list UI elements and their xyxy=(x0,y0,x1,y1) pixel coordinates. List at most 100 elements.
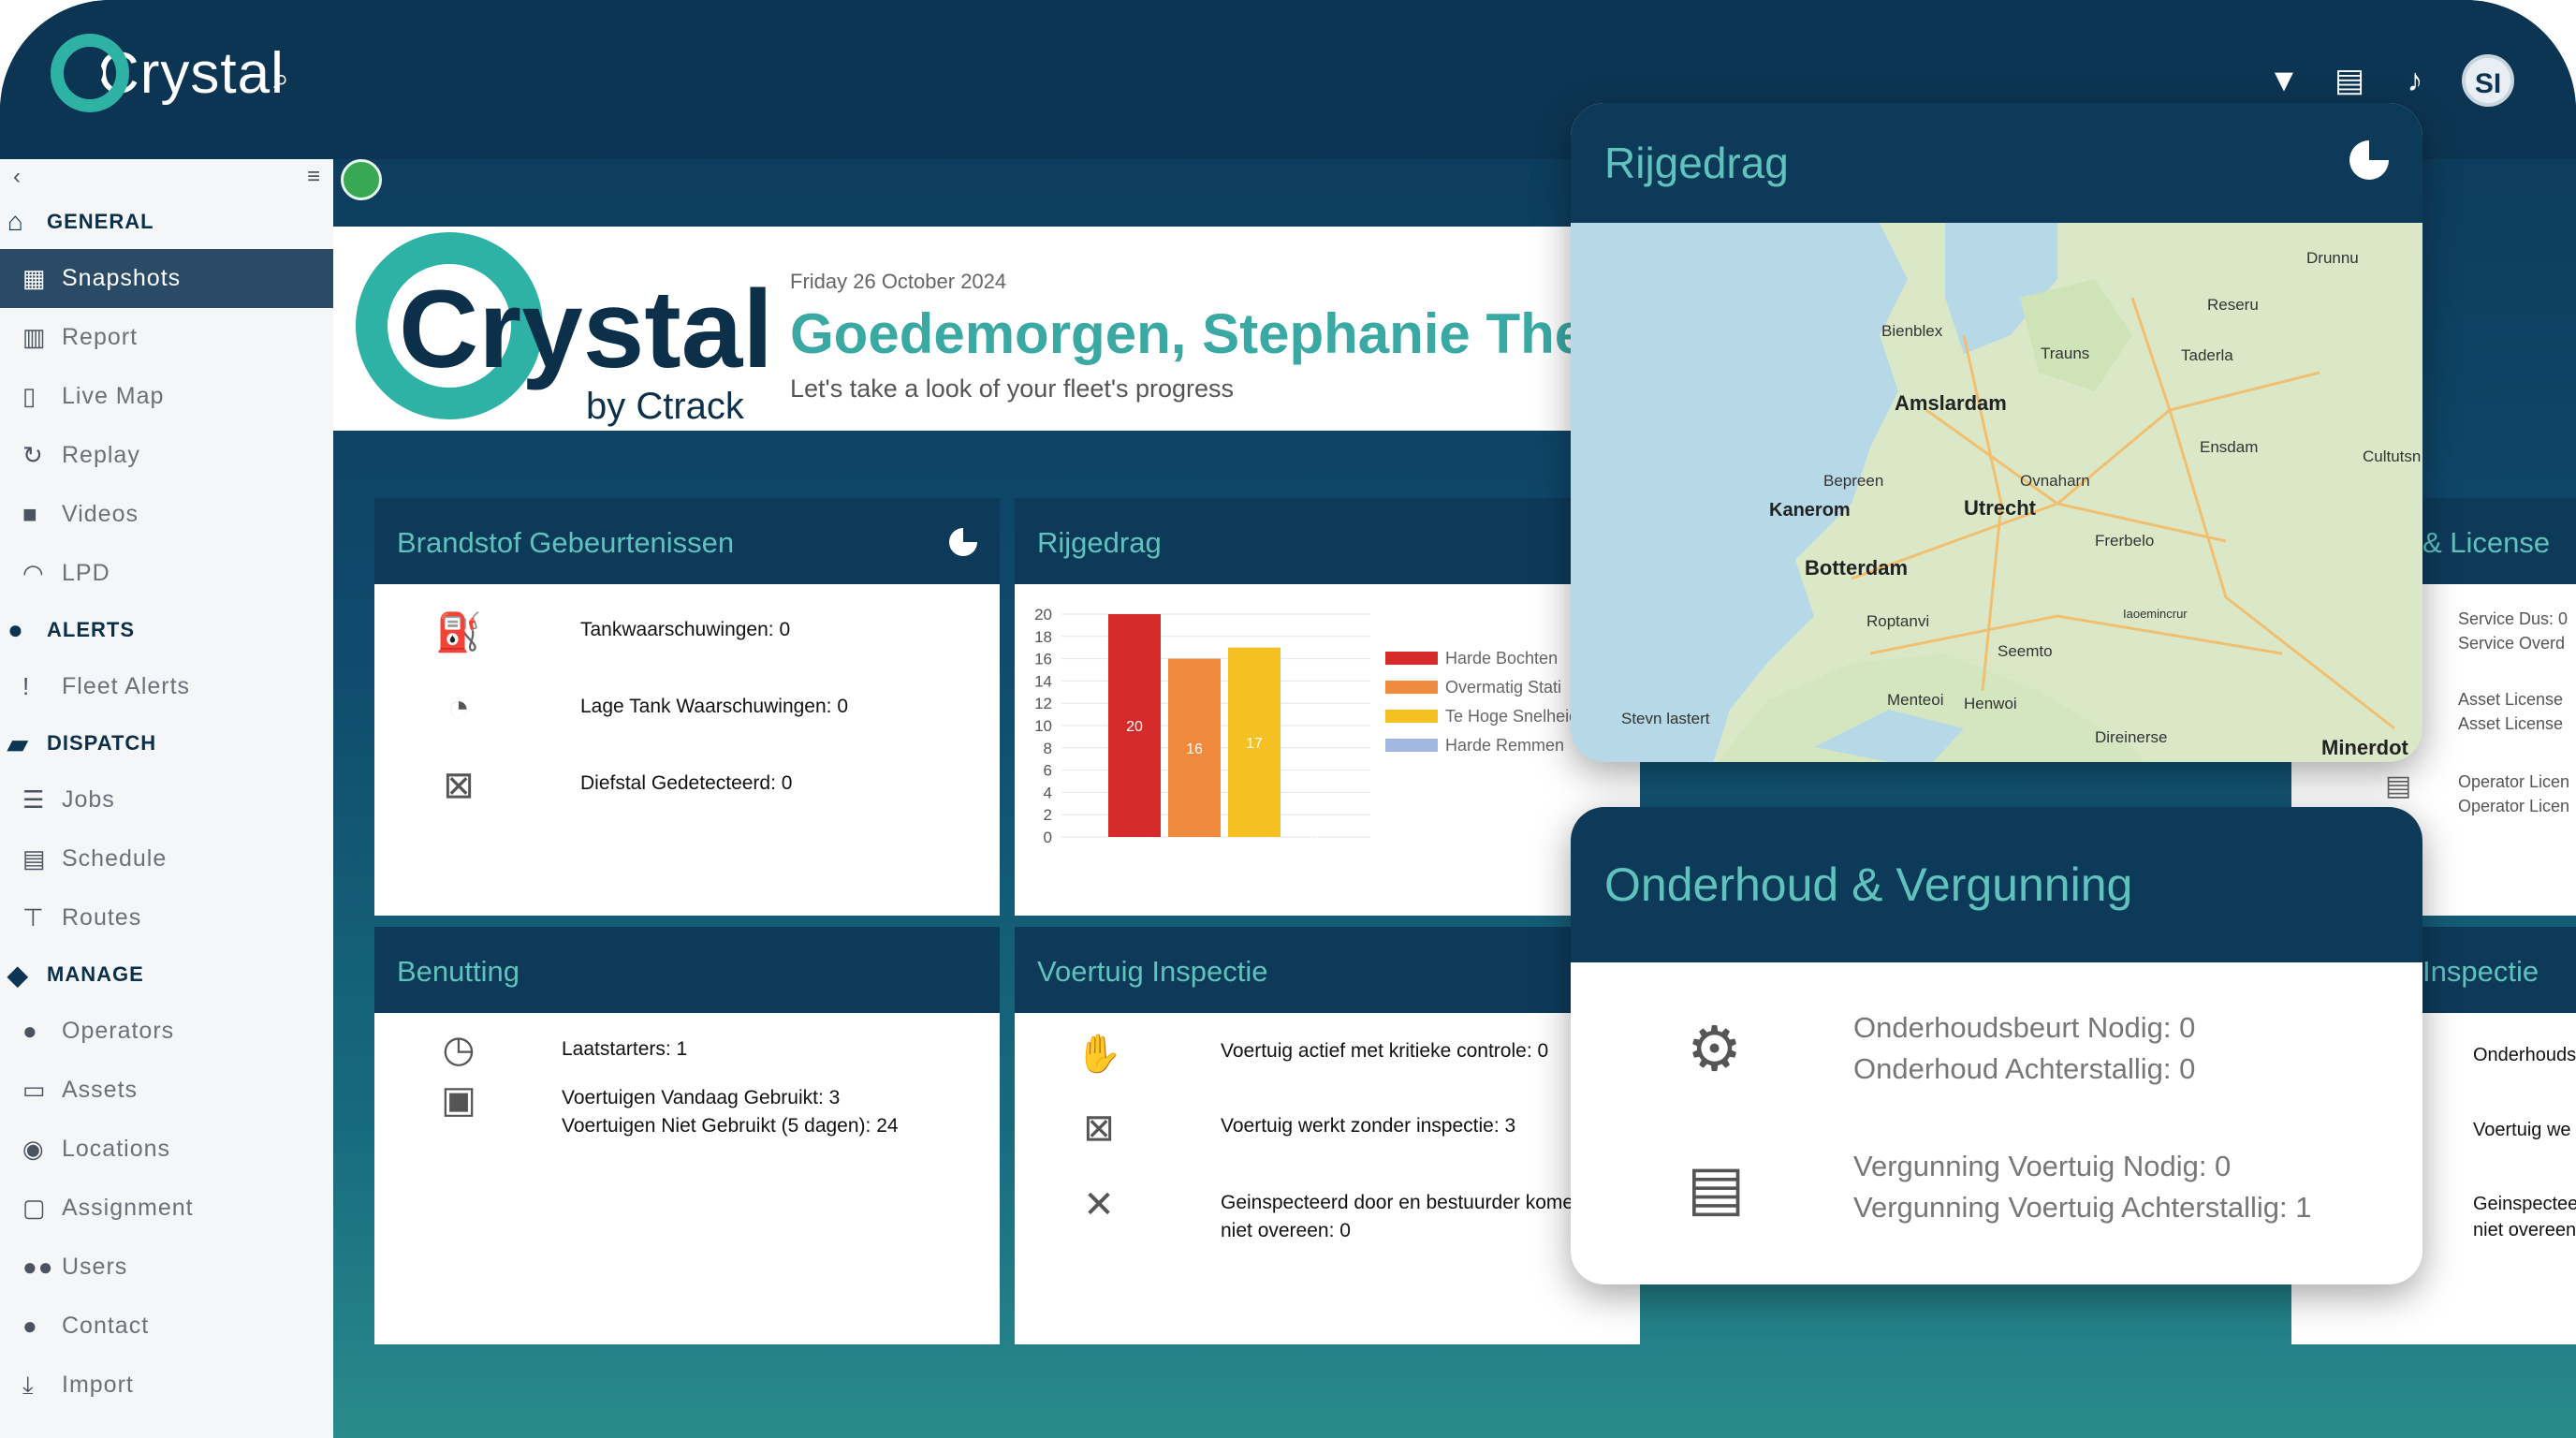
legend-label: Overmatig Stati xyxy=(1445,678,1561,697)
sidebar-item-jobs[interactable]: ☰ Jobs xyxy=(0,770,333,829)
pin-icon: ◉ xyxy=(22,1135,45,1163)
legend-label: Harde Bochten xyxy=(1445,649,1558,668)
popup-header: Onderhoud & Vergunning xyxy=(1571,807,2422,962)
pie-chart-icon[interactable] xyxy=(949,528,977,556)
bar-chart: 201816141210864202016 170Harde BochtenOve… xyxy=(1034,606,1578,846)
car-clock-icon: ▣ xyxy=(441,1079,476,1121)
legend-label: Te Hoge Snelheid xyxy=(1445,707,1578,726)
sidebar-item-lpd[interactable]: ◠ LPD xyxy=(0,544,333,603)
sidebar-item-replay[interactable]: ↻ Replay xyxy=(0,426,333,485)
section-manage[interactable]: ◆ MANAGE xyxy=(0,947,333,1002)
popup-onderhoud: Onderhoud & Vergunning ⚙ Onderhoudsbeurt… xyxy=(1571,807,2422,1284)
sidebar-item-users[interactable]: ●● Users xyxy=(0,1238,333,1297)
map-place: Cultutsn xyxy=(2363,448,2422,465)
card-header: Voertuig Inspectie xyxy=(1015,927,1640,1013)
sidebar-item-operators[interactable]: ● Operators xyxy=(0,1002,333,1061)
map-place: Botterdam xyxy=(1805,556,1909,580)
list-item: ▣ Voertuigen Vandaag Gebruikt: 3 Voertui… xyxy=(431,1078,898,1140)
legend-swatch xyxy=(1385,652,1438,665)
map-place: Kanerom xyxy=(1769,500,1851,521)
sidebar-item-locations[interactable]: ◉ Locations xyxy=(0,1120,333,1179)
map-place: Seemto xyxy=(1998,642,2053,660)
section-alerts[interactable]: ● ALERTS xyxy=(0,603,333,657)
manage-icon: ◆ xyxy=(7,960,29,990)
sidebar-item-schedule[interactable]: ▤ Schedule xyxy=(0,829,333,888)
search-icon[interactable]: ⌕ xyxy=(273,66,301,94)
sidebar-item-report[interactable]: ▥ Report xyxy=(0,308,333,367)
filter-icon[interactable]: ▼ xyxy=(2265,62,2303,99)
truck-icon: ▰ xyxy=(7,728,29,758)
logo-mark-icon xyxy=(51,34,129,112)
data-label: 17 xyxy=(1246,736,1263,752)
list-item: Onderhouds xyxy=(2473,1045,2576,1065)
map-place: Trauns xyxy=(2041,345,2090,362)
bell-icon[interactable]: ♪ xyxy=(2396,62,2434,99)
y-tick-label: 20 xyxy=(1034,606,1052,624)
collapse-icon[interactable]: ‹ xyxy=(13,164,21,190)
user-mismatch-icon: ✕ xyxy=(1083,1184,1115,1225)
welcome-subtitle: Let's take a look of your fleet's progre… xyxy=(790,374,1235,403)
pie-chart-icon[interactable] xyxy=(2349,140,2389,180)
gauge-icon: ◔ xyxy=(446,687,471,728)
status-cloud-icon[interactable] xyxy=(341,159,382,200)
map-view[interactable]: Drunnu Bienblex Reseru Trauns Taderla Am… xyxy=(1571,223,2422,762)
sidebar-item-assignment[interactable]: ▢ Assignment xyxy=(0,1179,333,1238)
legend-swatch xyxy=(1385,739,1438,752)
card-rijgedrag: Rijgedrag 20 18 16 14 12 10 8 6 4 2 0 20 16 17 0 Harde … xyxy=(1015,498,1640,916)
card-inspectie: Voertuig Inspectie ✋ Voertuig actief met… xyxy=(1015,927,1640,1344)
card-header: Brandstof Gebeurtenissen xyxy=(374,498,1000,584)
top-actions: ▼ ▤ ♪ SI xyxy=(2265,54,2514,107)
map-place: Ensdam xyxy=(2200,438,2259,456)
avatar[interactable]: SI xyxy=(2462,54,2514,107)
section-general[interactable]: ⌂ GENERAL xyxy=(0,195,333,249)
sidebar-item-assets[interactable]: ▭ Assets xyxy=(0,1061,333,1120)
y-tick-label: 2 xyxy=(1044,806,1052,824)
card-brandstof: Brandstof Gebeurtenissen ⛽ Tankwaarschuw… xyxy=(374,498,1000,916)
sidebar: ‹ ≡ ⌂ GENERAL ▦ Snapshots ▥ Report ▯ Live M… xyxy=(0,159,333,1438)
map-place: Stevn lastert xyxy=(1621,710,1710,727)
popup-header: Rijgedrag xyxy=(1571,103,2422,223)
list-item: ◷ Laatstarters: 1 xyxy=(431,1028,688,1071)
data-label: 20 xyxy=(1126,719,1143,735)
sidebar-item-routes[interactable]: ⊤ Routes xyxy=(0,888,333,947)
section-dispatch[interactable]: ▰ DISPATCH xyxy=(0,716,333,770)
map-place: Roptanvi xyxy=(1866,612,1930,630)
map-place: Drunnu xyxy=(2306,249,2359,267)
import-icon: ⤓ xyxy=(22,1370,35,1399)
list-item: Geinspectee niet overeen xyxy=(2473,1194,2576,1240)
menu-icon[interactable]: ≡ xyxy=(307,164,320,190)
clock-arrow-icon: ◷ xyxy=(442,1029,476,1070)
sidebar-item-contact[interactable]: ● Contact xyxy=(0,1297,333,1356)
app-logo[interactable]: Crystal xyxy=(51,34,285,112)
replay-icon: ↻ xyxy=(22,441,44,469)
card-benutting: Benutting ◷ Laatstarters: 1 ▣ Voertuigen… xyxy=(374,927,1000,1344)
users-icon: ●● xyxy=(22,1253,54,1281)
sidebar-item-import[interactable]: ⤓ Import xyxy=(0,1356,333,1415)
grid-icon: ▦ xyxy=(22,264,47,292)
card-header: Rijgedrag xyxy=(1015,498,1640,584)
data-label: 0 xyxy=(1310,830,1319,846)
y-tick-label: 16 xyxy=(1034,651,1052,668)
popup-rijgedrag-map: Rijgedrag Drunnu Bienblex Reseru Trauns … xyxy=(1571,103,2422,762)
map-place: Taderla xyxy=(2181,346,2233,364)
map-place: Bienblex xyxy=(1881,322,1943,340)
map-place: Utrecht xyxy=(1964,496,2037,520)
sidebar-item-videos[interactable]: ■ Videos xyxy=(0,485,333,544)
list-item: ✕ Geinspecteerd door en bestuurder komen… xyxy=(1071,1183,1585,1245)
greeting: Goedemorgen, Stephanie The xyxy=(790,302,1576,365)
list-item: ⛽ Tankwaarschuwingen: 0 xyxy=(431,610,790,654)
map-place: Menteoi xyxy=(1887,691,1944,709)
license-lines-1: Service Dus: 0 Service Overd xyxy=(2458,609,2569,653)
wrench-clock-icon: ⚙ xyxy=(1687,1013,1743,1083)
sidebar-item-live-map[interactable]: ▯ Live Map xyxy=(0,367,333,426)
legend-swatch xyxy=(1385,681,1438,694)
list-item: ✋ Voertuig actief met kritieke controle:… xyxy=(1071,1032,1548,1076)
sidebar-controls: ‹ ≡ xyxy=(0,159,333,195)
y-tick-label: 12 xyxy=(1034,695,1052,712)
banner-logo-sub: by Ctrack xyxy=(586,386,744,427)
data-label: 16 xyxy=(1186,741,1203,757)
chat-icon[interactable]: ▤ xyxy=(2331,62,2368,99)
sidebar-item-fleet-alerts[interactable]: ! Fleet Alerts xyxy=(0,657,333,716)
sidebar-item-snapshots[interactable]: ▦ Snapshots xyxy=(0,249,333,308)
info-icon: ● xyxy=(7,615,24,644)
